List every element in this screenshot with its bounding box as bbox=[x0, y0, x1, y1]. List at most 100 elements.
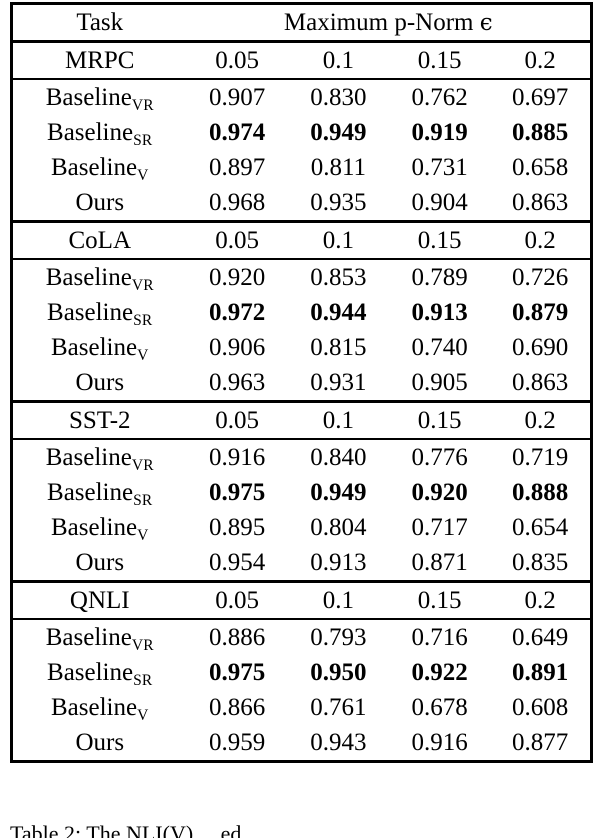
metric-value: 0.719 bbox=[490, 438, 594, 475]
epsilon-level-header: 0.2 bbox=[490, 580, 594, 619]
header-task-label: Task bbox=[10, 2, 187, 42]
method-name: Baseline bbox=[47, 299, 134, 326]
epsilon-level-header: 0.1 bbox=[287, 400, 389, 439]
method-name: Baseline bbox=[51, 154, 138, 181]
method-subscript: SR bbox=[133, 671, 153, 689]
method-subscript: VR bbox=[131, 276, 154, 294]
metric-value: 0.959 bbox=[186, 725, 288, 763]
metric-value: 0.975 bbox=[209, 479, 266, 506]
table-row: BaselineV 0.906 0.815 0.740 0.690 bbox=[10, 330, 594, 365]
metric-value: 0.916 bbox=[186, 438, 288, 475]
task-header-row: QNLI 0.05 0.1 0.15 0.2 bbox=[10, 580, 594, 619]
table-row: BaselineVR 0.886 0.793 0.716 0.649 bbox=[10, 618, 594, 655]
metric-value: 0.975 bbox=[209, 659, 266, 686]
metric-value: 0.913 bbox=[310, 549, 367, 576]
method-label: BaselineSR bbox=[10, 475, 187, 510]
task-header-row: SST-2 0.05 0.1 0.15 0.2 bbox=[10, 400, 594, 439]
metric-value: 0.949 bbox=[310, 479, 367, 506]
metric-value: 0.789 bbox=[389, 258, 491, 295]
metric-value: 0.654 bbox=[490, 510, 594, 545]
method-name: Baseline bbox=[47, 479, 134, 506]
table-row: BaselineSR 0.974 0.949 0.919 0.885 bbox=[10, 115, 594, 150]
epsilon-level-header: 0.15 bbox=[389, 580, 491, 619]
metric-value: 0.891 bbox=[490, 655, 594, 690]
metric-value: 0.740 bbox=[411, 334, 468, 361]
epsilon-level-header: 0.05 bbox=[186, 40, 288, 79]
method-name: Baseline bbox=[45, 264, 132, 291]
method-label: BaselineVR bbox=[10, 618, 187, 655]
epsilon-level-header: 0.2 bbox=[490, 400, 594, 439]
method-name: Ours bbox=[75, 549, 125, 576]
metric-value: 0.905 bbox=[411, 369, 468, 396]
metric-value: 0.871 bbox=[411, 549, 468, 576]
metric-value: 0.897 bbox=[209, 154, 266, 181]
method-name: Ours bbox=[75, 729, 125, 756]
method-label: Ours bbox=[10, 365, 187, 402]
epsilon-symbol: ϵ bbox=[479, 10, 493, 36]
table-row: BaselineSR 0.972 0.944 0.913 0.879 bbox=[10, 295, 594, 330]
epsilon-level-header: 0.15 bbox=[389, 220, 491, 259]
method-subscript: V bbox=[137, 166, 149, 184]
results-table: Task Maximum p-Norm ϵ MRPC 0.05 0.1 0.15 0.2 Ba… bbox=[10, 2, 594, 763]
metric-value: 0.944 bbox=[310, 299, 367, 326]
epsilon-level-header: 0.05 bbox=[186, 400, 288, 439]
metric-value: 0.804 bbox=[310, 514, 367, 541]
metric-value: 0.895 bbox=[209, 514, 266, 541]
metric-value: 0.886 bbox=[186, 618, 288, 655]
metric-value: 0.678 bbox=[411, 694, 468, 721]
method-name: Baseline bbox=[45, 444, 132, 471]
metric-value: 0.888 bbox=[490, 475, 594, 510]
table-row: BaselineSR 0.975 0.950 0.922 0.891 bbox=[10, 655, 594, 690]
metric-value: 0.968 bbox=[209, 189, 266, 216]
method-label: Ours bbox=[10, 185, 187, 222]
metric-value: 0.731 bbox=[411, 154, 468, 181]
method-label: Ours bbox=[10, 725, 187, 763]
metric-value: 0.885 bbox=[490, 115, 594, 150]
metric-value: 0.931 bbox=[310, 369, 367, 396]
table-header-row: Task Maximum p-Norm ϵ bbox=[10, 2, 594, 42]
results-table-container: Task Maximum p-Norm ϵ MRPC 0.05 0.1 0.15 0.2 Ba… bbox=[10, 2, 594, 763]
method-label: BaselineVR bbox=[10, 438, 187, 475]
method-label: BaselineSR bbox=[10, 655, 187, 690]
metric-value: 0.793 bbox=[287, 618, 389, 655]
metric-value: 0.863 bbox=[490, 365, 594, 402]
epsilon-level-header: 0.1 bbox=[287, 220, 389, 259]
metric-value: 0.776 bbox=[389, 438, 491, 475]
method-label: BaselineV bbox=[10, 690, 187, 725]
metric-value: 0.904 bbox=[411, 189, 468, 216]
metric-value: 0.726 bbox=[490, 258, 594, 295]
metric-value: 0.913 bbox=[411, 299, 468, 326]
metric-value: 0.907 bbox=[186, 78, 288, 115]
metric-value: 0.920 bbox=[411, 479, 468, 506]
metric-value: 0.690 bbox=[490, 330, 594, 365]
method-label: BaselineVR bbox=[10, 78, 187, 115]
method-label: BaselineSR bbox=[10, 295, 187, 330]
results-table-body: Task Maximum p-Norm ϵ MRPC 0.05 0.1 0.15 0.2 Ba… bbox=[10, 2, 594, 763]
metric-value: 0.950 bbox=[310, 659, 367, 686]
metric-value: 0.658 bbox=[490, 150, 594, 185]
task-name-qnli: QNLI bbox=[10, 580, 187, 619]
method-subscript: VR bbox=[131, 96, 154, 114]
method-name: Baseline bbox=[51, 334, 138, 361]
task-name-sst-2: SST-2 bbox=[10, 400, 187, 439]
table-figure-page: Task Maximum p-Norm ϵ MRPC 0.05 0.1 0.15 0.2 Ba… bbox=[0, 0, 596, 838]
metric-value: 0.974 bbox=[209, 119, 266, 146]
epsilon-level-header: 0.1 bbox=[287, 40, 389, 79]
method-name: Ours bbox=[75, 189, 125, 216]
metric-value: 0.830 bbox=[287, 78, 389, 115]
metric-value: 0.815 bbox=[310, 334, 367, 361]
metric-value: 0.906 bbox=[209, 334, 266, 361]
metric-value: 0.879 bbox=[490, 295, 594, 330]
metric-value: 0.853 bbox=[287, 258, 389, 295]
table-row: Ours 0.954 0.913 0.871 0.835 bbox=[10, 545, 594, 582]
epsilon-level-header: 0.05 bbox=[186, 580, 288, 619]
metric-value: 0.943 bbox=[287, 725, 389, 763]
table-row: Ours 0.963 0.931 0.905 0.863 bbox=[10, 365, 594, 402]
method-label: BaselineVR bbox=[10, 258, 187, 295]
metric-value: 0.761 bbox=[310, 694, 367, 721]
table-row: Ours 0.968 0.935 0.904 0.863 bbox=[10, 185, 594, 222]
method-label: BaselineV bbox=[10, 330, 187, 365]
method-name: Baseline bbox=[47, 659, 134, 686]
metric-value: 0.840 bbox=[287, 438, 389, 475]
metric-value: 0.949 bbox=[310, 119, 367, 146]
